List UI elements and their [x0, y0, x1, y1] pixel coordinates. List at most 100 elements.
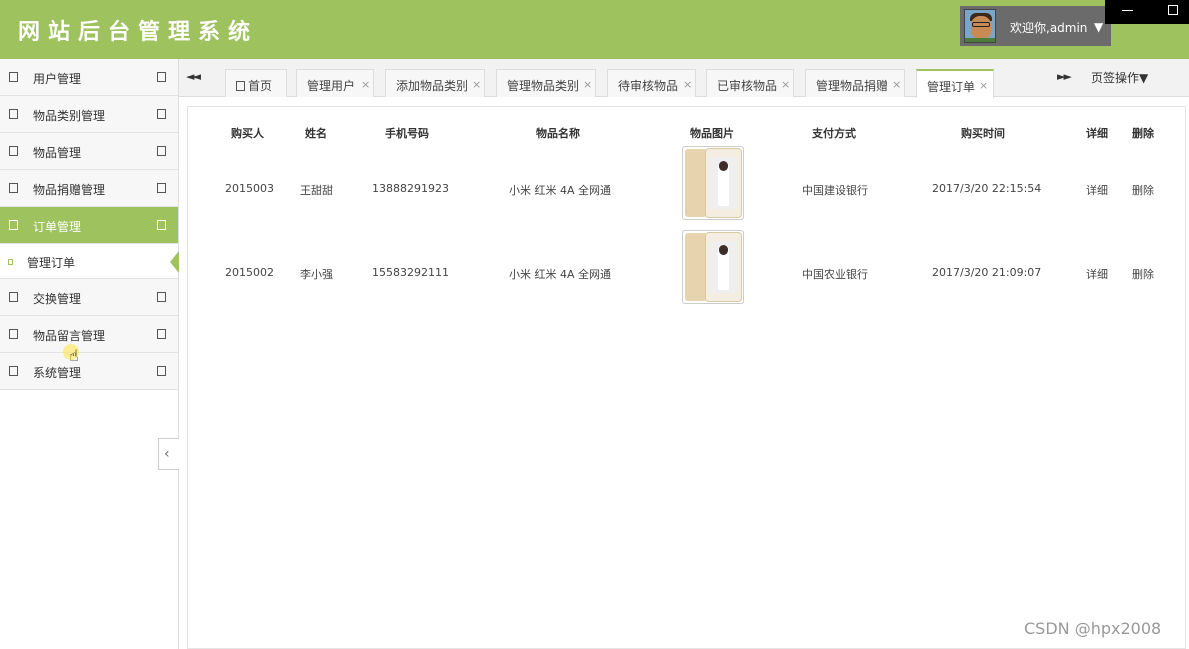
- chevron-left-icon: ‹: [164, 446, 170, 462]
- cell-payment: 中国建设银行: [802, 184, 868, 197]
- cell-phone: 15583292111: [372, 266, 449, 279]
- expand-icon: [157, 183, 166, 193]
- table-header: 支付方式: [812, 127, 856, 140]
- close-icon[interactable]: ×: [683, 78, 692, 91]
- expand-icon: [157, 220, 166, 230]
- minimize-icon[interactable]: [1122, 10, 1133, 11]
- sidebar-item-donations[interactable]: 物品捐赠管理: [0, 170, 178, 207]
- submenu-icon: [8, 259, 13, 265]
- table-header: 购买人: [231, 127, 264, 140]
- window-controls: [1105, 0, 1189, 24]
- close-icon[interactable]: ×: [979, 79, 988, 92]
- menu-icon: [9, 366, 18, 376]
- delete-link[interactable]: 删除: [1132, 182, 1154, 198]
- tab-add-category[interactable]: 添加物品类别 ×: [385, 69, 485, 97]
- table-header: 详细: [1086, 127, 1108, 140]
- tabs-next-button[interactable]: ►►: [1057, 70, 1072, 83]
- close-icon[interactable]: ×: [781, 78, 790, 91]
- mouse-cursor: ☝: [63, 344, 83, 368]
- sidebar-item-orders[interactable]: 订单管理: [0, 207, 178, 244]
- watermark: CSDN @hpx2008: [1024, 619, 1162, 638]
- table-header: 物品图片: [690, 127, 734, 140]
- sidebar-item-label: 物品类别管理: [33, 109, 106, 123]
- detail-link[interactable]: 详细: [1086, 182, 1108, 198]
- delete-link[interactable]: 删除: [1132, 266, 1154, 282]
- active-indicator-icon: [170, 251, 179, 273]
- tab-operations-dropdown[interactable]: 页签操作▼: [1091, 69, 1148, 86]
- sidebar-item-label: 物品留言管理: [33, 329, 106, 343]
- expand-icon: [157, 109, 166, 119]
- sidebar-item-system[interactable]: 系统管理: [0, 353, 178, 390]
- tab-approved-items[interactable]: 已审核物品 ×: [706, 69, 794, 97]
- detail-link[interactable]: 详细: [1086, 266, 1108, 282]
- expand-icon: [157, 292, 166, 302]
- close-icon[interactable]: ×: [583, 78, 592, 91]
- sidebar-item-label: 交换管理: [33, 292, 82, 306]
- sidebar-item-users[interactable]: 用户管理: [0, 59, 178, 96]
- cell-buyer: 2015002: [225, 266, 274, 279]
- menu-icon: [9, 72, 18, 82]
- tab-home[interactable]: 首页: [225, 69, 287, 97]
- close-icon[interactable]: ×: [361, 78, 370, 91]
- cell-phone: 13888291923: [372, 182, 449, 195]
- home-icon: [236, 81, 245, 91]
- close-icon[interactable]: ×: [892, 78, 901, 91]
- tab-label: 添加物品类别: [396, 79, 469, 93]
- sidebar-item-messages[interactable]: 物品留言管理: [0, 316, 178, 353]
- tab-manage-categories[interactable]: 管理物品类别 ×: [496, 69, 596, 97]
- item-image: [682, 146, 744, 220]
- cell-item-name: 小米 红米 4A 全网通: [509, 268, 612, 281]
- welcome-text: 欢迎你,admin: [1010, 21, 1088, 35]
- menu-icon: [9, 220, 18, 230]
- table-header: 物品名称: [536, 127, 580, 140]
- item-image: [682, 230, 744, 304]
- tab-manage-orders[interactable]: 管理订单 ×: [916, 69, 994, 98]
- menu-icon: [9, 183, 18, 193]
- tab-label: 管理物品捐赠: [816, 79, 889, 93]
- sidebar-item-label: 订单管理: [33, 220, 82, 234]
- avatar: [964, 9, 996, 43]
- tabs-prev-button[interactable]: ◄◄: [186, 70, 201, 83]
- tab-label: 管理用户: [307, 79, 356, 93]
- table-header: 姓名: [305, 127, 327, 140]
- tab-pending-items[interactable]: 待审核物品 ×: [607, 69, 696, 97]
- hand-cursor-icon: ☝: [69, 346, 79, 365]
- orders-table: 购买人 姓名 手机号码 物品名称 物品图片 支付方式 购买时间 详细 删除 20…: [187, 106, 1186, 649]
- tab-label: 首页: [248, 79, 273, 93]
- sidebar-item-items[interactable]: 物品管理: [0, 133, 178, 170]
- expand-icon: [157, 329, 166, 339]
- menu-icon: [9, 329, 18, 339]
- chevron-down-icon[interactable]: ▼: [1094, 20, 1103, 34]
- cell-time: 2017/3/20 22:15:54: [932, 182, 1042, 195]
- cell-buyer: 2015003: [225, 182, 274, 195]
- tab-label: 管理订单: [927, 80, 976, 94]
- table-header: 购买时间: [961, 127, 1005, 140]
- sidebar-subitem-label: 管理订单: [27, 256, 76, 270]
- menu-icon: [9, 292, 18, 302]
- menu-icon: [9, 109, 18, 119]
- sidebar-item-exchange[interactable]: 交换管理: [0, 279, 178, 316]
- app-title: 网站后台管理系统: [18, 19, 259, 45]
- sidebar-collapse-button[interactable]: ‹: [158, 438, 179, 470]
- sidebar-item-label: 用户管理: [33, 72, 82, 86]
- sidebar-item-label: 物品管理: [33, 146, 82, 160]
- user-menu[interactable]: 欢迎你,admin ▼: [960, 6, 1111, 46]
- cell-payment: 中国农业银行: [802, 268, 868, 281]
- maximize-icon[interactable]: [1168, 5, 1178, 15]
- menu-icon: [9, 146, 18, 156]
- table-header: 手机号码: [385, 127, 429, 140]
- cell-item-name: 小米 红米 4A 全网通: [509, 184, 612, 197]
- tab-bar: ◄◄ 首页 管理用户 × 添加物品类别 × 管理物品类别 × 待审核物品 × 已…: [179, 59, 1189, 98]
- tab-label: 待审核物品: [618, 79, 679, 93]
- tab-manage-donations[interactable]: 管理物品捐赠 ×: [805, 69, 905, 97]
- table-header: 删除: [1132, 127, 1154, 140]
- sidebar-item-item-categories[interactable]: 物品类别管理: [0, 96, 178, 133]
- top-header: 网站后台管理系统 欢迎你,admin ▼: [0, 0, 1189, 59]
- sidebar-subitem-manage-orders[interactable]: 管理订单: [0, 244, 179, 279]
- close-icon[interactable]: ×: [472, 78, 481, 91]
- tab-label: 管理物品类别: [507, 79, 580, 93]
- tab-manage-users[interactable]: 管理用户 ×: [296, 69, 374, 97]
- cell-time: 2017/3/20 21:09:07: [932, 266, 1042, 279]
- cell-name: 李小强: [300, 268, 333, 281]
- expand-icon: [157, 72, 166, 82]
